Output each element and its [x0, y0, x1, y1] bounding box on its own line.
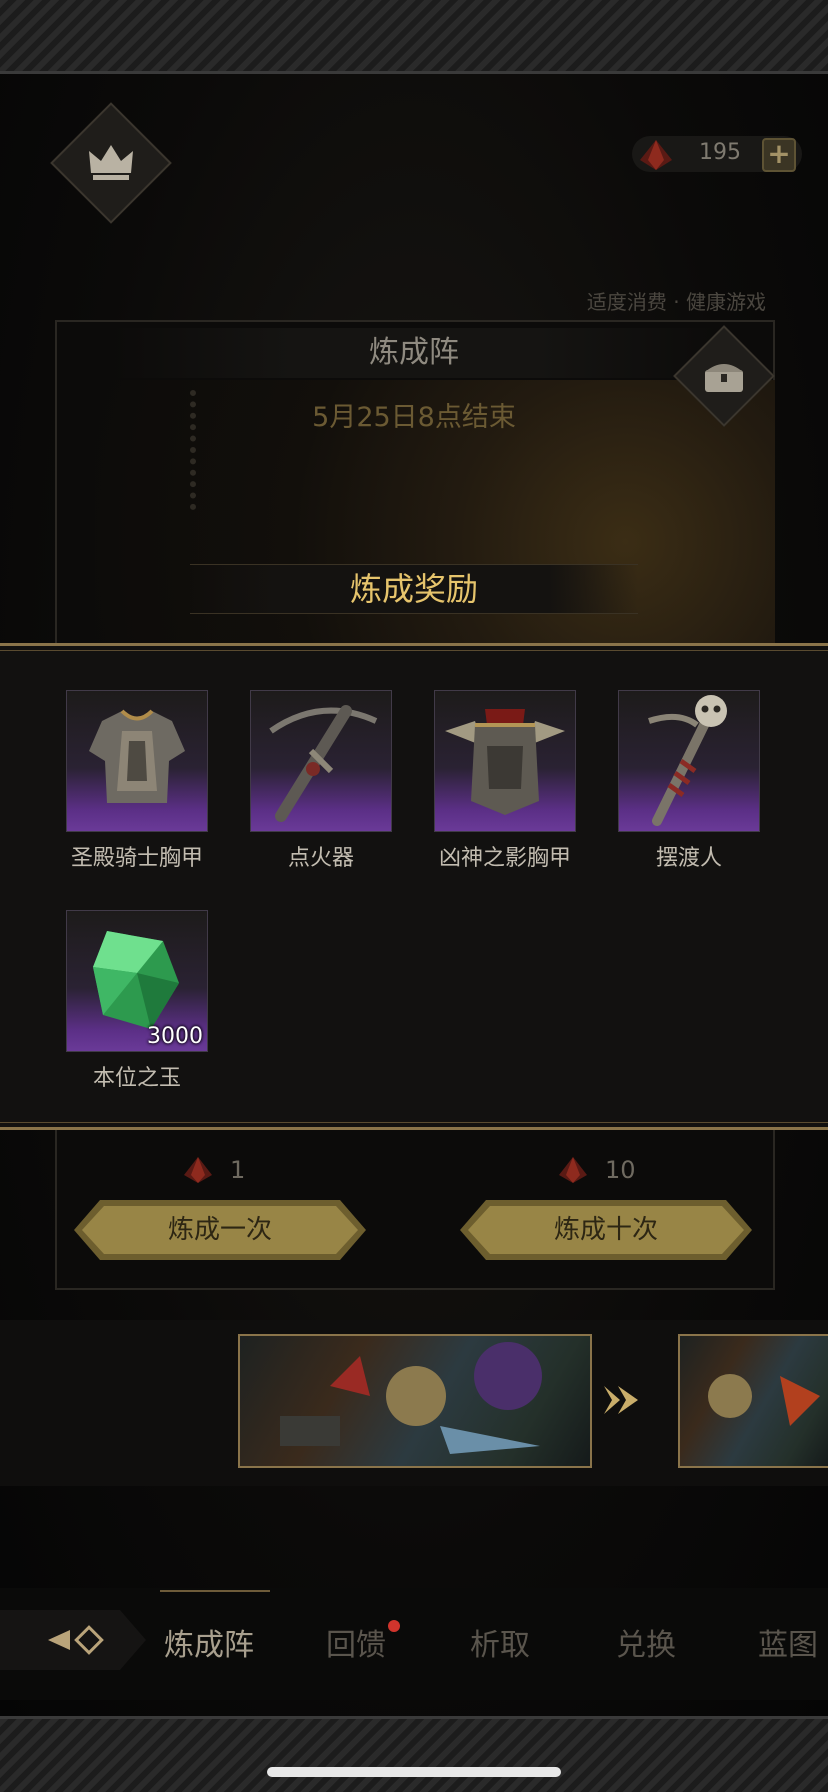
tab-blueprint[interactable]: 蓝图 [758, 1620, 818, 1664]
tab-forge[interactable]: 炼成阵 [164, 1620, 254, 1664]
next-arrow-icon[interactable] [600, 1380, 644, 1420]
reward-item[interactable]: 3000 本位之玉 [66, 910, 208, 1092]
reward-item-card[interactable] [250, 690, 392, 832]
currency-display: 195 + [632, 136, 802, 172]
forge-once-label: 炼成一次 [167, 1215, 272, 1245]
cost-once: 1 [180, 1155, 245, 1185]
reward-item-card[interactable]: 3000 [66, 910, 208, 1052]
home-indicator[interactable] [267, 1767, 561, 1777]
reward-item-name: 凶神之影胸甲 [438, 846, 571, 871]
currency-amount: 195 [699, 140, 741, 165]
reward-item-name: 摆渡人 [655, 846, 722, 871]
cost-once-amount: 1 [230, 1156, 246, 1184]
reward-item[interactable]: 凶神之影胸甲 [434, 690, 576, 872]
banner-current[interactable] [238, 1334, 592, 1468]
reward-item-name: 圣殿骑士胸甲 [70, 846, 203, 871]
tab-rewards[interactable]: 回馈 [326, 1620, 386, 1664]
red-crystal-icon [559, 1157, 587, 1183]
notification-badge [388, 1620, 400, 1632]
bottom-frame [0, 1716, 828, 1792]
top-frame [0, 0, 828, 74]
reward-item[interactable]: 圣殿骑士胸甲 [66, 690, 208, 872]
red-crystal-icon [640, 140, 672, 170]
add-currency-button[interactable]: + [762, 138, 796, 172]
banner-art [280, 1342, 542, 1454]
reward-item[interactable]: 摆渡人 [618, 690, 760, 872]
reward-item-card[interactable] [618, 690, 760, 832]
skull-staff-icon [648, 695, 727, 826]
forge-once-button[interactable]: 炼成一次 [74, 1198, 366, 1262]
tab-exchange[interactable]: 兑换 [616, 1620, 676, 1664]
banner-art [708, 1374, 820, 1426]
health-notice: 适度消费 · 健康游戏 [586, 290, 766, 314]
reward-item-name: 本位之玉 [92, 1066, 181, 1091]
reward-item-card[interactable] [434, 690, 576, 832]
banner-next[interactable] [678, 1334, 828, 1468]
reward-item-name: 点火器 [287, 846, 354, 871]
cost-ten-amount: 10 [605, 1156, 636, 1184]
crossbow-icon [269, 705, 378, 822]
reward-item-quantity: 3000 [147, 1024, 203, 1049]
back-button[interactable] [0, 1604, 148, 1676]
tab-extract[interactable]: 析取 [470, 1620, 530, 1664]
chest-icon[interactable] [690, 342, 758, 410]
spiked-armor-icon [445, 709, 565, 815]
crown-icon[interactable] [78, 130, 144, 196]
red-crystal-icon [184, 1157, 212, 1183]
reward-item[interactable]: 点火器 [250, 690, 392, 872]
active-tab-glow [160, 1590, 270, 1592]
forge-ten-label: 炼成十次 [553, 1215, 658, 1245]
reward-item-card[interactable] [66, 690, 208, 832]
reward-title: 炼成奖励 [349, 570, 478, 608]
chest-armor-icon [89, 709, 185, 803]
forge-ten-button[interactable]: 炼成十次 [460, 1198, 752, 1262]
cost-ten: 10 [555, 1155, 636, 1185]
